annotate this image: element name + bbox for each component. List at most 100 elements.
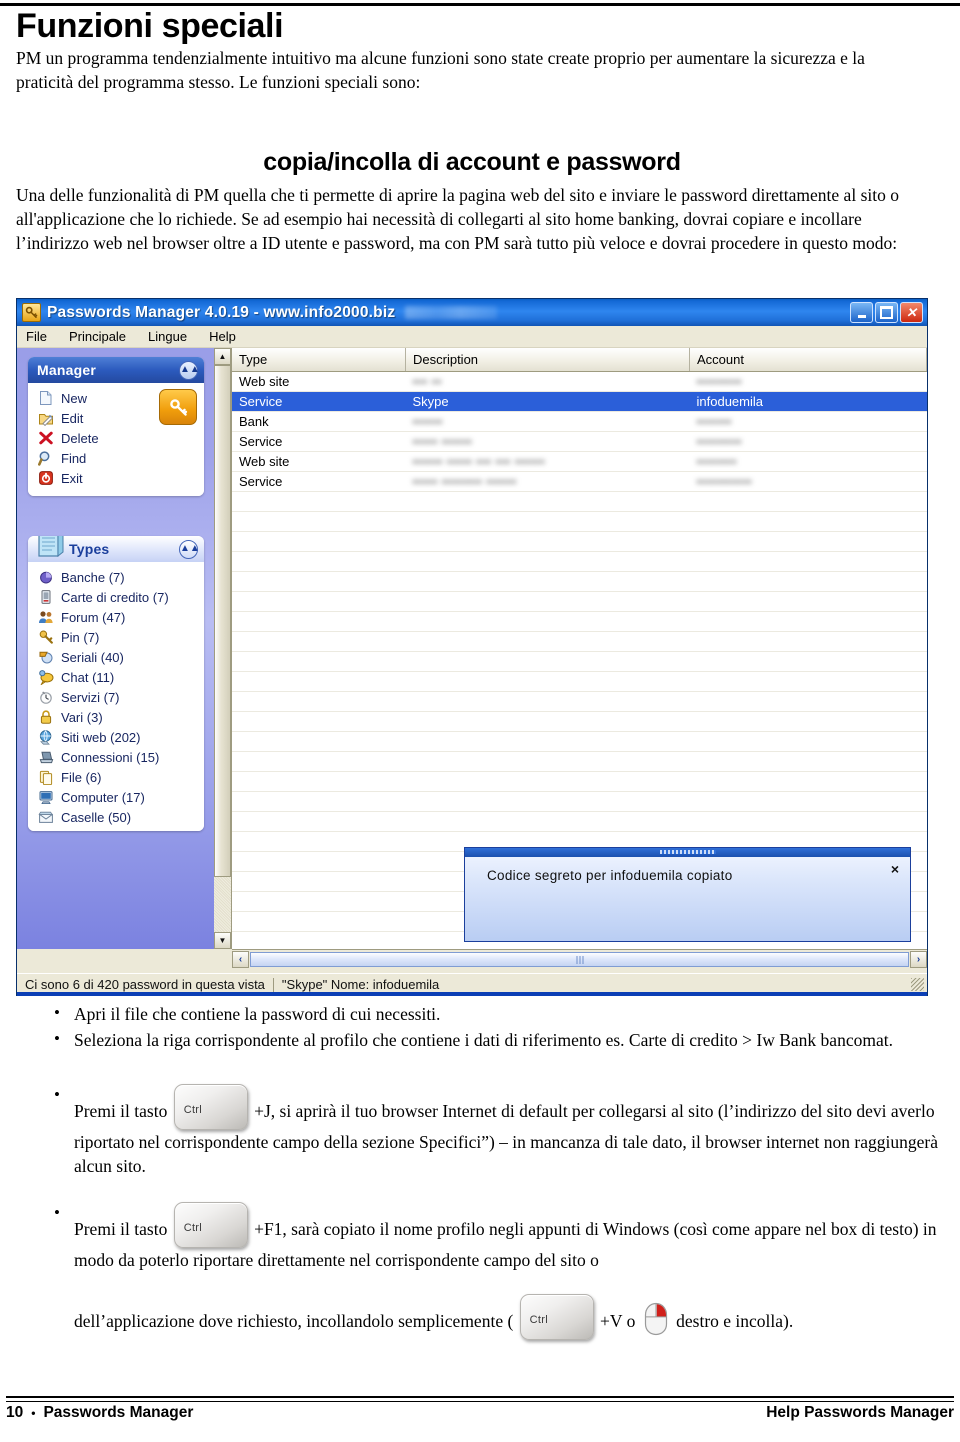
column-header-account[interactable]: Account bbox=[689, 348, 927, 372]
table-row-empty[interactable] bbox=[232, 791, 927, 812]
cell-empty bbox=[405, 711, 690, 732]
cell-empty bbox=[405, 731, 690, 752]
cell-empty bbox=[689, 731, 927, 752]
manager-group-header[interactable]: Manager ▲▲ bbox=[28, 357, 204, 383]
resize-grip-icon[interactable] bbox=[911, 978, 924, 991]
cell-description: ••••• •••••• bbox=[405, 431, 690, 452]
dialog-titlebar[interactable] bbox=[465, 848, 910, 857]
table-row[interactable]: Bank •••••• ••••••• bbox=[232, 411, 927, 432]
cell-empty bbox=[689, 591, 927, 612]
maximize-button[interactable] bbox=[875, 302, 898, 323]
table-row-empty[interactable] bbox=[232, 691, 927, 712]
cell-description: Skype bbox=[405, 391, 690, 412]
close-button[interactable]: ✕ bbox=[900, 302, 923, 323]
table-row-empty[interactable] bbox=[232, 751, 927, 772]
redacted-text: ••••••• bbox=[696, 414, 732, 429]
column-header-description[interactable]: Description bbox=[405, 348, 690, 372]
cell-type: Service bbox=[232, 391, 406, 412]
menu-item-lingue[interactable]: Lingue bbox=[148, 329, 187, 344]
step-open-file: Apri il file che contiene la password di… bbox=[50, 1001, 940, 1026]
column-header-type[interactable]: Type bbox=[232, 348, 406, 372]
ctrl-key-icon: Ctrl bbox=[173, 1202, 248, 1248]
table-row-empty[interactable] bbox=[232, 771, 927, 792]
menu-item-file[interactable]: File bbox=[26, 329, 47, 344]
cell-empty bbox=[405, 491, 690, 512]
scroll-track[interactable] bbox=[214, 365, 231, 932]
scroll-up-button[interactable]: ▲ bbox=[214, 348, 231, 365]
types-item-seriali[interactable]: Seriali (40) bbox=[38, 647, 198, 667]
cell-empty bbox=[232, 871, 406, 892]
forum-people-icon bbox=[38, 609, 54, 625]
types-item-caselle[interactable]: Caselle (50) bbox=[38, 807, 198, 827]
cell-empty bbox=[232, 791, 406, 812]
table-row[interactable]: Web site ••• •• ••••••••• bbox=[232, 371, 927, 392]
types-item-forum[interactable]: Forum (47) bbox=[38, 607, 198, 627]
table-row-empty[interactable] bbox=[232, 651, 927, 672]
table-row[interactable]: Service ••••• •••••• ••••••••• bbox=[232, 431, 927, 452]
computer-icon bbox=[38, 789, 54, 805]
cell-empty bbox=[232, 611, 406, 632]
scroll-down-button[interactable]: ▼ bbox=[214, 932, 231, 949]
cell-account: ••••••••• bbox=[689, 371, 927, 392]
table-row-empty[interactable] bbox=[232, 571, 927, 592]
menu-item-help[interactable]: Help bbox=[209, 329, 236, 344]
chevron-up-icon[interactable]: ▲▲ bbox=[179, 539, 200, 559]
chevron-up-icon[interactable]: ▲▲ bbox=[179, 360, 200, 380]
scroll-thumb[interactable] bbox=[214, 365, 231, 877]
scroll-right-button[interactable]: › bbox=[910, 950, 927, 968]
manager-item-exit[interactable]: Exit bbox=[38, 468, 198, 488]
types-item-banche[interactable]: Banche (7) bbox=[38, 567, 198, 587]
types-item-computer[interactable]: Computer (17) bbox=[38, 787, 198, 807]
table-row-empty[interactable] bbox=[232, 631, 927, 652]
step-paste-suffix: destro e incolla). bbox=[676, 1311, 794, 1331]
types-item-file[interactable]: File (6) bbox=[38, 767, 198, 787]
scroll-thumb-horizontal[interactable] bbox=[250, 951, 909, 967]
manager-item-delete[interactable]: Delete bbox=[38, 428, 198, 448]
table-row-empty[interactable] bbox=[232, 671, 927, 692]
types-item-servizi[interactable]: Servizi (7) bbox=[38, 687, 198, 707]
drag-grip-icon[interactable] bbox=[659, 850, 716, 854]
cell-account: infoduemila bbox=[689, 391, 927, 412]
types-item-pin[interactable]: Pin (7) bbox=[38, 627, 198, 647]
menu-item-principale[interactable]: Principale bbox=[69, 329, 126, 344]
table-row-empty[interactable] bbox=[232, 531, 927, 552]
types-item-carte-di-credito[interactable]: Carte di credito (7) bbox=[38, 587, 198, 607]
types-item-vari[interactable]: Vari (3) bbox=[38, 707, 198, 727]
table-row-empty[interactable] bbox=[232, 551, 927, 572]
cell-empty bbox=[405, 631, 690, 652]
table-row[interactable]: Service ••••• •••••••• •••••• ••••••••••• bbox=[232, 471, 927, 492]
table-row-empty[interactable] bbox=[232, 491, 927, 512]
table-row-empty[interactable] bbox=[232, 711, 927, 732]
table-row-empty[interactable] bbox=[232, 511, 927, 532]
taskpane-vertical-scrollbar[interactable]: ▲ ▼ bbox=[214, 348, 232, 949]
cell-empty bbox=[689, 551, 927, 572]
table-row-empty[interactable] bbox=[232, 611, 927, 632]
table-row-empty[interactable] bbox=[232, 811, 927, 832]
mailbox-icon bbox=[38, 809, 54, 825]
types-group-header[interactable]: Types ▲▲ bbox=[28, 536, 204, 562]
table-row[interactable]: Service Skype infoduemila bbox=[232, 391, 927, 412]
table-row-empty[interactable] bbox=[232, 591, 927, 612]
types-item-siti-web[interactable]: Siti web (202) bbox=[38, 727, 198, 747]
types-item-connessioni[interactable]: Connessioni (15) bbox=[38, 747, 198, 767]
types-item-chat[interactable]: Chat (11) bbox=[38, 667, 198, 687]
cell-empty bbox=[232, 531, 406, 552]
scroll-left-button[interactable]: ‹ bbox=[232, 950, 249, 968]
cell-empty bbox=[689, 791, 927, 812]
cell-empty bbox=[232, 751, 406, 772]
types-item-label: Connessioni (15) bbox=[61, 749, 160, 765]
minimize-button[interactable] bbox=[850, 302, 873, 323]
manager-group: Manager ▲▲ New Edit Delete Find Exit bbox=[28, 357, 204, 496]
manager-group-body: New Edit Delete Find Exit bbox=[28, 383, 204, 496]
ctrl-key-icon: Ctrl bbox=[519, 1294, 594, 1340]
manager-item-find[interactable]: Find bbox=[38, 448, 198, 468]
table-horizontal-scrollbar[interactable]: ‹ › bbox=[232, 949, 927, 968]
close-icon[interactable]: × bbox=[891, 862, 899, 876]
table-row-empty[interactable] bbox=[232, 731, 927, 752]
step-paste-middle: +V o bbox=[600, 1311, 636, 1331]
cell-empty bbox=[689, 691, 927, 712]
table-row[interactable]: Web site •••••• ••••• ••• ••• •••••• •••••… bbox=[232, 451, 927, 472]
copy-confirmation-dialog: Codice segreto per infoduemila copiato × bbox=[464, 847, 911, 942]
types-item-label: Banche (7) bbox=[61, 569, 125, 585]
cell-empty bbox=[689, 751, 927, 772]
